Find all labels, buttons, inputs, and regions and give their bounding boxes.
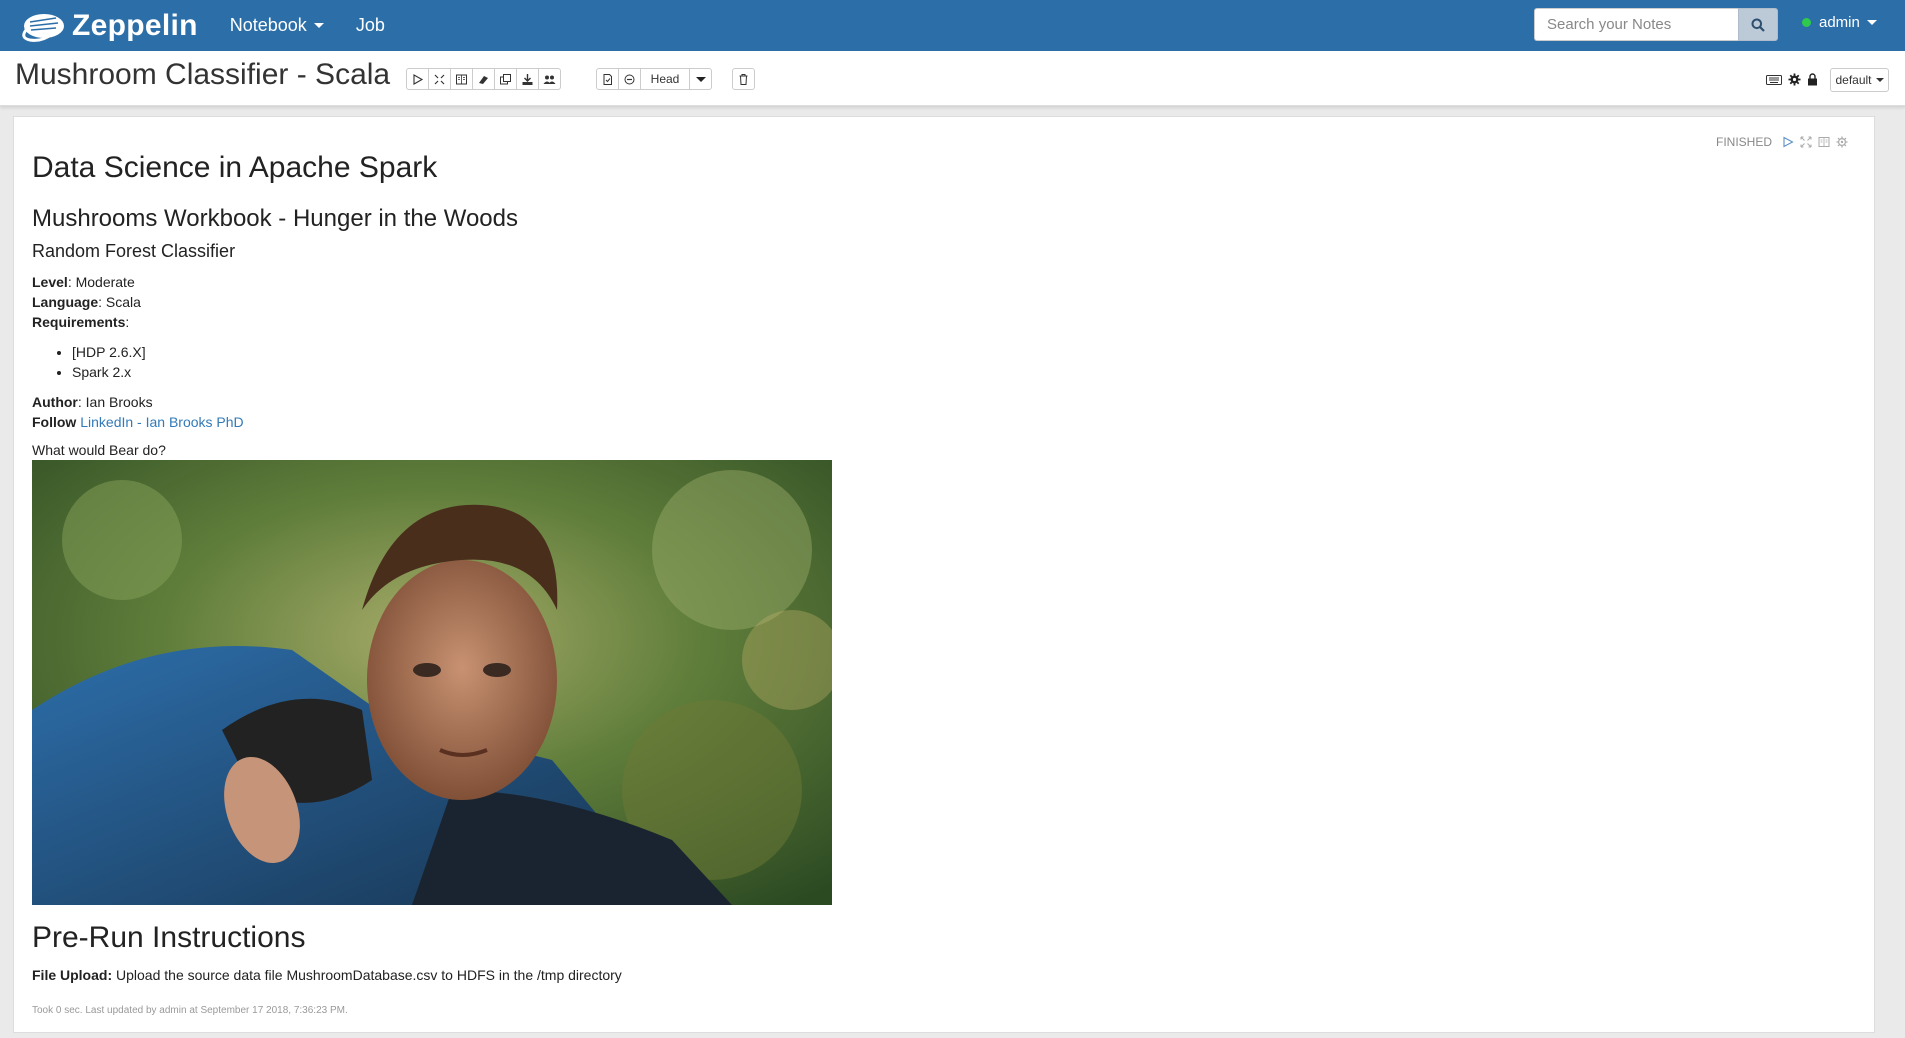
run-icon[interactable] xyxy=(1782,136,1794,148)
language-label: Language xyxy=(32,294,99,310)
search-input[interactable] xyxy=(1534,8,1738,41)
author-line: Author: Ian Brooks xyxy=(32,392,1032,412)
run-all-icon xyxy=(413,73,424,85)
follow-label: Follow xyxy=(32,414,77,430)
user-menu[interactable]: admin xyxy=(1802,14,1877,31)
collaborators-button[interactable] xyxy=(538,68,561,90)
level-label: Level xyxy=(32,274,68,290)
interpreter-label: default xyxy=(1835,73,1872,87)
level-value: : Moderate xyxy=(67,274,135,290)
list-item: [HDP 2.6.X] xyxy=(72,342,1032,362)
commit-button[interactable] xyxy=(596,68,619,90)
heading-mushrooms-workbook: Mushrooms Workbook - Hunger in the Woods xyxy=(32,205,518,232)
bear-caption: What would Bear do? xyxy=(32,442,166,458)
language-value: : Scala xyxy=(98,294,141,310)
note-title[interactable]: Mushroom Classifier - Scala xyxy=(15,58,390,92)
bear-grylls-photo xyxy=(32,460,832,905)
clear-output-button[interactable] xyxy=(472,68,495,90)
collapse-code-icon xyxy=(434,74,445,84)
brand[interactable]: Zeppelin xyxy=(16,0,198,51)
heading-prerun: Pre-Run Instructions xyxy=(32,921,306,954)
requirements-suffix: : xyxy=(125,314,130,330)
job-link[interactable]: Job xyxy=(356,15,385,36)
paragraph-output: Data Science in Apache Spark Mushrooms W… xyxy=(32,151,1032,1016)
paragraph: FINISHED Data Science in Apache Spark Mu… xyxy=(13,116,1875,1033)
chevron-down-icon xyxy=(1875,78,1884,82)
heading-random-forest: Random Forest Classifier xyxy=(32,241,236,261)
interpreter-binding-dropdown[interactable]: default xyxy=(1830,68,1889,92)
language-line: Language: Scala xyxy=(32,292,1032,312)
notebook-menu-label: Notebook xyxy=(229,15,307,35)
follow-line: Follow LinkedIn - Ian Brooks PhD xyxy=(32,412,1032,432)
search-form xyxy=(1534,8,1778,41)
revision-head-label: Head xyxy=(650,72,680,86)
revision-group: Head xyxy=(596,68,712,90)
note-action-group xyxy=(406,68,561,90)
chevron-down-icon xyxy=(1866,20,1877,25)
chevron-down-icon xyxy=(313,23,324,28)
revision-dropdown-toggle[interactable] xyxy=(689,68,712,90)
clear-output-icon xyxy=(479,75,488,84)
revision-icon xyxy=(624,74,635,84)
author-label: Author xyxy=(32,394,78,410)
delete-note-button[interactable] xyxy=(732,68,755,90)
revision-head-button[interactable]: Head xyxy=(640,68,690,90)
expand-icon[interactable] xyxy=(1800,136,1812,148)
show-output-icon xyxy=(456,74,467,84)
upload-text: Upload the source data file MushroomData… xyxy=(112,967,622,983)
linkedin-link[interactable]: LinkedIn - Ian Brooks PhD xyxy=(80,414,243,430)
clone-note-button[interactable] xyxy=(494,68,517,90)
username: admin xyxy=(1819,14,1860,31)
keyboard-icon[interactable] xyxy=(1766,74,1782,86)
heading-data-science: Data Science in Apache Spark xyxy=(32,151,438,184)
clone-icon xyxy=(500,73,511,84)
export-note-button[interactable] xyxy=(516,68,539,90)
chevron-down-icon xyxy=(695,76,706,82)
job-link-label: Job xyxy=(355,15,385,35)
requirements-list: [HDP 2.6.X] Spark 2.x xyxy=(72,342,1032,382)
requirements-line: Requirements: xyxy=(32,312,1032,332)
trash-icon xyxy=(739,73,748,85)
run-all-button[interactable] xyxy=(406,68,429,90)
notebook-menu[interactable]: Notebook xyxy=(230,15,324,36)
export-icon xyxy=(522,73,533,85)
search-icon xyxy=(1751,18,1765,32)
lock-icon[interactable] xyxy=(1807,73,1818,86)
trash-group xyxy=(732,68,755,90)
brand-name: Zeppelin xyxy=(72,8,198,42)
list-item: Spark 2.x xyxy=(72,362,1032,382)
settings-icon[interactable] xyxy=(1788,73,1801,86)
upload-label: File Upload: xyxy=(32,967,113,983)
note-settings-tools xyxy=(1766,73,1818,86)
note-header: Mushroom Classifier - Scala Head default xyxy=(0,51,1905,106)
show-output-button[interactable] xyxy=(450,68,473,90)
top-navbar: Zeppelin Notebook Job admin xyxy=(0,0,1905,51)
status-dot xyxy=(1802,18,1811,27)
revision-button[interactable] xyxy=(618,68,641,90)
paragraph-controls: FINISHED xyxy=(1716,135,1848,149)
collapse-code-button[interactable] xyxy=(428,68,451,90)
author-value: : Ian Brooks xyxy=(77,394,153,410)
commit-icon xyxy=(603,73,612,85)
collaborators-icon xyxy=(543,75,556,84)
paragraph-footnote: Took 0 sec. Last updated by admin at Sep… xyxy=(32,1005,348,1016)
requirements-label: Requirements xyxy=(32,314,126,330)
book-icon[interactable] xyxy=(1818,136,1830,148)
gear-icon[interactable] xyxy=(1836,136,1848,148)
zeppelin-logo-icon xyxy=(22,13,64,42)
upload-line: File Upload: Upload the source data file… xyxy=(32,967,1032,983)
paragraph-status: FINISHED xyxy=(1715,135,1772,149)
level-line: Level: Moderate xyxy=(32,272,1032,292)
search-button[interactable] xyxy=(1738,8,1778,41)
